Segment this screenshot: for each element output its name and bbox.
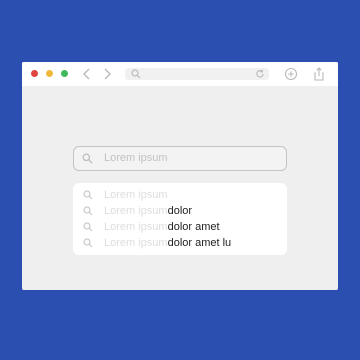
suggestion-prefix: Lorem ipsum [104,237,168,249]
suggestion-suffix: dolor [167,205,193,217]
forward-button[interactable] [101,67,113,81]
search-icon [83,222,93,232]
suggestion-text: Lorem ipsumdolor amet [104,220,220,234]
search-input[interactable]: Lorem ipsum [73,146,287,171]
search-icon [82,153,93,164]
search-icon [131,69,141,79]
maximize-window-button[interactable] [61,70,68,77]
browser-window: Lorem ipsum Lorem ipsum Lorem ipsumdolor… [22,62,338,290]
suggestion-item[interactable]: Lorem ipsumdolor amet lu [73,235,287,251]
suggestion-item[interactable]: Lorem ipsumdolor [73,203,287,219]
suggestion-suffix: dolor amet lu [167,237,232,249]
suggestion-text: Lorem ipsumdolor amet lu [104,236,231,250]
chevron-left-icon [83,68,90,80]
search-placeholder: Lorem ipsum [104,152,168,164]
search-icon [83,190,93,200]
suggestion-suffix: dolor amet [167,221,220,233]
reload-icon[interactable] [255,69,265,79]
minimize-window-button[interactable] [46,70,53,77]
suggestion-prefix: Lorem ipsum [104,221,168,233]
close-window-button[interactable] [31,70,38,77]
suggestion-list: Lorem ipsum Lorem ipsumdolor Lorem ipsum… [73,183,287,255]
back-button[interactable] [81,67,93,81]
suggestion-text: Lorem ipsum [104,188,168,202]
share-icon[interactable] [312,67,326,81]
chevron-right-icon [104,68,111,80]
add-tab-icon[interactable] [284,67,298,81]
suggestion-prefix: Lorem ipsum [104,189,168,201]
suggestion-item[interactable]: Lorem ipsumdolor amet [73,219,287,235]
search-icon [83,206,93,216]
search-icon [83,238,93,248]
browser-toolbar [22,62,338,86]
suggestion-text: Lorem ipsumdolor [104,204,192,218]
suggestion-prefix: Lorem ipsum [104,205,168,217]
suggestion-item[interactable]: Lorem ipsum [73,187,287,203]
address-bar[interactable] [125,68,269,80]
